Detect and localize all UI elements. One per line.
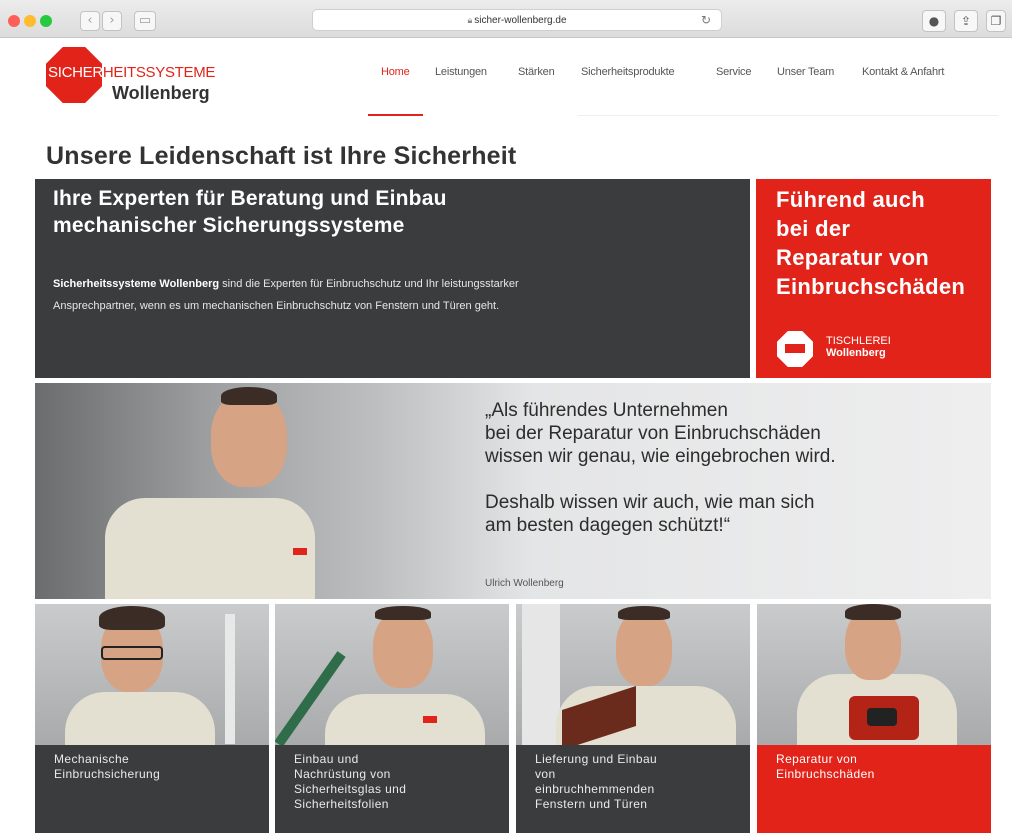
header-divider <box>578 115 998 116</box>
nav-active-indicator <box>368 114 423 116</box>
nav-sicherheitsprodukte[interactable]: Sicherheitsprodukte <box>581 66 675 78</box>
intro-heading: Ihre Experten für Beratung und Einbau me… <box>53 187 447 237</box>
quote-author: Ulrich Wollenberg <box>485 578 564 589</box>
url-text: sicher-wollenberg.de <box>474 15 567 26</box>
address-bar[interactable]: 🔒︎ sicher-wollenberg.de ↻ <box>312 9 722 31</box>
nav-home[interactable]: Home <box>381 66 410 78</box>
tischlerei-logo-text: TISCHLEREI Wollenberg <box>826 335 891 359</box>
sidebar-button[interactable]: ▭ <box>134 11 156 31</box>
chevron-left-icon: ‹ <box>87 13 93 28</box>
logo-line-2: Wollenberg <box>112 83 210 103</box>
main-navigation: Home Leistungen Stärken Sicherheitsprodu… <box>0 66 1012 82</box>
tischlerei-logo-icon <box>777 331 813 367</box>
nav-staerken[interactable]: Stärken <box>518 66 555 78</box>
tile-reparatur[interactable]: Reparatur von Einbruchschäden <box>757 604 991 833</box>
nav-unser-team[interactable]: Unser Team <box>777 66 834 78</box>
share-button[interactable]: ⇪ <box>954 10 978 32</box>
back-button[interactable]: ‹ <box>80 11 100 31</box>
tile-mechanische-einbruchsicherung[interactable]: Mechanische Einbruchsicherung <box>35 604 269 833</box>
quote-text: „Als führendes Unternehmen bei der Repar… <box>485 400 836 536</box>
close-window-button[interactable] <box>8 15 20 27</box>
lock-icon: 🔒︎ <box>467 15 473 25</box>
shield-icon: ● <box>928 14 940 28</box>
intro-text: Sicherheitssysteme Wollenberg sind die E… <box>53 278 519 312</box>
intro-panel: Ihre Experten für Beratung und Einbau me… <box>35 179 750 378</box>
tile-photo <box>757 604 991 745</box>
promo-heading: Führend auch bei der Reparatur von Einbr… <box>776 187 966 299</box>
nav-kontakt-anfahrt[interactable]: Kontakt & Anfahrt <box>862 66 944 78</box>
tile-photo <box>275 604 509 745</box>
quote-banner: „Als führendes Unternehmen bei der Repar… <box>35 383 991 599</box>
repair-promo-panel[interactable]: Führend auch bei der Reparatur von Einbr… <box>756 179 991 378</box>
tile-label: Reparatur von Einbruchschäden <box>757 745 991 833</box>
zoom-window-button[interactable] <box>40 15 52 27</box>
forward-button[interactable]: › <box>102 11 122 31</box>
browser-toolbar: ‹ › ▭ 🔒︎ sicher-wollenberg.de ↻ ● ⇪ ❐ <box>0 0 1012 38</box>
tabs-button[interactable]: ❐ <box>986 10 1006 32</box>
extension-button[interactable]: ● <box>922 10 946 32</box>
tabs-icon: ❐ <box>990 14 1002 28</box>
tile-label: Mechanische Einbruchsicherung <box>35 745 269 833</box>
reload-icon[interactable]: ↻ <box>701 10 711 30</box>
sidebar-icon: ▭ <box>138 13 152 28</box>
nav-leistungen[interactable]: Leistungen <box>435 66 487 78</box>
tile-photo <box>516 604 750 745</box>
share-icon: ⇪ <box>960 14 972 28</box>
chevron-right-icon: › <box>109 13 115 28</box>
tile-label: Einbau und Nachrüstung von Sicherheitsgl… <box>275 745 509 833</box>
nav-service[interactable]: Service <box>716 66 751 78</box>
page-title: Unsere Leidenschaft ist Ihre Sicherheit <box>46 142 517 170</box>
tile-sicherheitsglas[interactable]: Einbau und Nachrüstung von Sicherheitsgl… <box>275 604 509 833</box>
tile-photo <box>35 604 269 745</box>
tile-label: Lieferung und Einbau von einbruchhemmend… <box>516 745 750 833</box>
tile-fenster-tueren[interactable]: Lieferung und Einbau von einbruchhemmend… <box>516 604 750 833</box>
minimize-window-button[interactable] <box>24 15 36 27</box>
